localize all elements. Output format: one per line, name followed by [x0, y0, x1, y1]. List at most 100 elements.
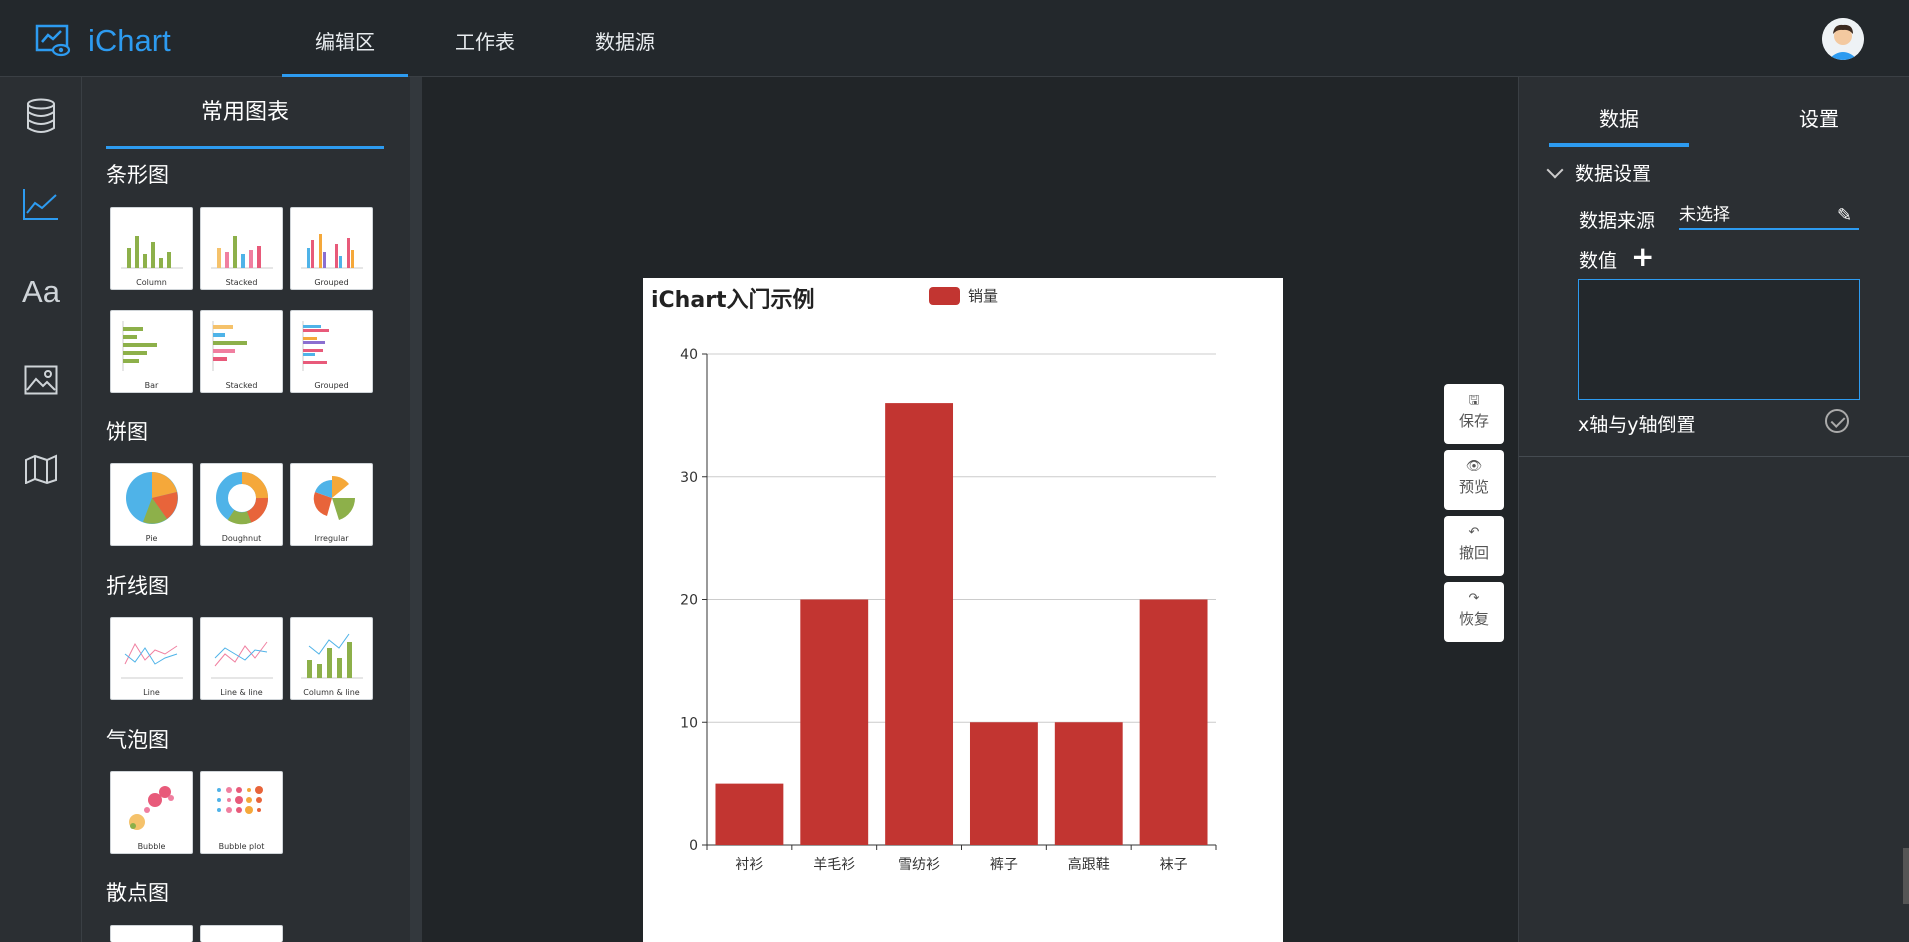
preview-button[interactable]: 👁 预览 — [1444, 450, 1504, 510]
chart-thumb-stacked-bar[interactable]: Stacked — [200, 310, 283, 393]
chart-thumb-label: Grouped — [314, 381, 349, 390]
properties-panel: 数据 设置 数据设置 数据来源 未选择 ✎ 数值 + x轴与y轴倒置 — [1518, 77, 1909, 942]
group-label-line: 折线图 — [106, 574, 169, 598]
values-textarea[interactable] — [1578, 279, 1860, 400]
chart-thumb-column-line[interactable]: Column & line — [290, 617, 373, 700]
window-scrollbar[interactable] — [1903, 848, 1909, 904]
pie-chart-icon — [126, 472, 178, 524]
line-chart-icon[interactable] — [20, 183, 62, 225]
chart-thumb-scatter-2[interactable] — [200, 925, 283, 942]
chart-thumb-grouped-bar[interactable]: Grouped — [290, 310, 373, 393]
palette-scrollbar[interactable] — [410, 77, 422, 942]
y-tick-label: 40 — [680, 347, 698, 363]
bar — [885, 403, 954, 845]
top-bar: iChart 编辑区 工作表 数据源 — [0, 0, 1909, 77]
database-icon[interactable] — [20, 95, 62, 137]
chart-thumb-label: Line — [143, 688, 160, 697]
undo-label: 撤回 — [1458, 544, 1489, 562]
tab-settings[interactable]: 设置 — [1749, 77, 1889, 147]
chart-thumb-label: Stacked — [225, 278, 258, 287]
save-label: 保存 — [1458, 412, 1489, 430]
tab-worksheet[interactable]: 工作表 — [422, 0, 548, 77]
avatar-icon — [1822, 18, 1864, 60]
y-tick-label: 20 — [680, 593, 698, 609]
group-label-bar: 条形图 — [106, 163, 169, 187]
x-tick-label: 衬衫 — [735, 857, 763, 873]
chart-thumb-label: Column & line — [303, 688, 360, 697]
y-tick-label: 10 — [680, 715, 698, 731]
chart-thumb-pie[interactable]: Pie — [110, 463, 193, 546]
save-icon: 🖫 — [1468, 393, 1480, 408]
grouped-bar-chart-icon — [302, 321, 329, 371]
chart-thumb-bar[interactable]: Bar — [110, 310, 193, 393]
chart-thumb-label: Bubble — [137, 842, 166, 851]
palette-title: 常用图表 — [106, 77, 384, 149]
data-source-select[interactable]: 未选择 — [1679, 200, 1859, 230]
chart-thumb-label: Column — [136, 278, 167, 287]
chart-thumb-label: Pie — [145, 534, 158, 543]
chart-thumb-bubble-plot[interactable]: Bubble plot — [200, 771, 283, 854]
doughnut-chart-icon — [216, 472, 268, 525]
redo-button[interactable]: ↷ 恢复 — [1444, 582, 1504, 642]
chart-thumb-doughnut[interactable]: Doughnut — [200, 463, 283, 546]
chart-thumb-bubble[interactable]: Bubble — [110, 771, 193, 854]
bar — [969, 722, 1038, 845]
multi-line-chart-icon — [211, 641, 273, 679]
group-label-scatter: 散点图 — [106, 881, 169, 905]
swap-axes-label: x轴与y轴倒置 — [1578, 414, 1696, 436]
data-source-label: 数据来源 — [1579, 210, 1656, 232]
chart-thumb-stacked-column[interactable]: Stacked — [200, 207, 283, 290]
tab-worksheet-label: 工作表 — [455, 30, 515, 54]
bar-chart-icon — [122, 321, 157, 371]
chart-palette: 常用图表 条形图 Column Stacked Grouped Bar Stac… — [82, 77, 410, 942]
data-source-value: 未选择 — [1679, 205, 1730, 225]
bubble-plot-icon — [217, 786, 263, 814]
app-logo[interactable]: iChart — [34, 22, 171, 60]
preview-label: 预览 — [1458, 478, 1489, 496]
line-chart-thumb-icon — [121, 642, 183, 679]
chart-thumb-grouped-column[interactable]: Grouped — [290, 207, 373, 290]
chart-thumb-scatter-1[interactable] — [110, 925, 193, 942]
grouped-column-chart-icon — [301, 234, 363, 269]
data-settings-header[interactable]: 数据设置 — [1546, 159, 1652, 186]
tab-editor[interactable]: 编辑区 — [282, 0, 408, 77]
check-circle-icon[interactable] — [1825, 409, 1849, 433]
chart-thumb-label: Grouped — [314, 278, 349, 287]
chart-thumb-label: Doughnut — [221, 534, 262, 543]
save-button[interactable]: 🖫 保存 — [1444, 384, 1504, 444]
plus-icon[interactable]: + — [1631, 243, 1654, 271]
chart-thumb-irregular[interactable]: Irregular — [290, 463, 373, 546]
tab-datasource[interactable]: 数据源 — [562, 0, 688, 77]
pencil-icon[interactable]: ✎ — [1837, 205, 1852, 226]
text-icon-label: Aa — [22, 274, 60, 309]
text-icon[interactable]: Aa — [20, 271, 62, 313]
stacked-bar-chart-icon — [212, 321, 247, 371]
map-icon[interactable] — [20, 447, 62, 489]
chart-thumb-label: Bubble plot — [218, 842, 265, 851]
chart-thumb-column[interactable]: Column — [110, 207, 193, 290]
x-tick-label: 高跟鞋 — [1068, 856, 1110, 873]
irregular-pie-icon — [313, 475, 356, 520]
bar — [715, 783, 784, 845]
eye-icon: 👁 — [1465, 459, 1483, 474]
panel-divider — [1519, 456, 1909, 457]
chart-thumb-line-line[interactable]: Line & line — [200, 617, 283, 700]
chevron-down-icon — [1546, 161, 1564, 178]
undo-button[interactable]: ↶ 撤回 — [1444, 516, 1504, 576]
tab-editor-label: 编辑区 — [315, 30, 375, 54]
stacked-column-chart-icon — [211, 236, 273, 269]
image-icon[interactable] — [20, 359, 62, 401]
chart-card[interactable]: iChart入门示例 销量 0 10 20 30 40 衬衫 羊毛衫 雪纺衫 裤子 高跟鞋 袜子 — [643, 278, 1283, 942]
redo-label: 恢复 — [1458, 610, 1489, 628]
group-label-bubble: 气泡图 — [106, 728, 169, 752]
section-title: 数据设置 — [1575, 163, 1652, 185]
redo-icon: ↷ — [1468, 591, 1480, 606]
user-avatar[interactable] — [1822, 18, 1864, 60]
group-label-pie: 饼图 — [106, 420, 148, 444]
x-tick-label: 裤子 — [990, 857, 1018, 873]
y-tick-label: 0 — [689, 838, 698, 854]
chart-thumb-label: Bar — [144, 381, 159, 390]
tab-data[interactable]: 数据 — [1549, 77, 1689, 147]
undo-icon: ↶ — [1468, 525, 1480, 540]
chart-thumb-line[interactable]: Line — [110, 617, 193, 700]
